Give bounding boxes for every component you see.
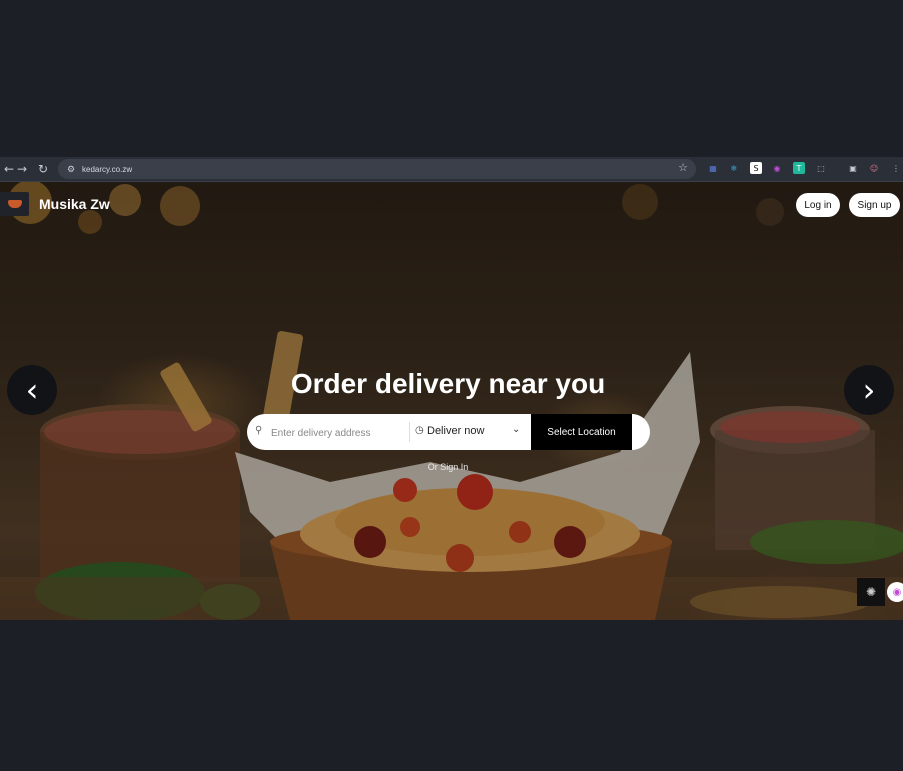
hero-banner: Musika Zw Log in Sign up ‹ › Order deliv…	[0, 182, 903, 620]
page: ← → ↻ ⚙ kedarcy.co.zw ☆ ▦ ❄ S ◉ T ⬚ ▣ ☺ ⋮	[0, 0, 903, 771]
bookmark-star-icon[interactable]: ☆	[678, 161, 688, 174]
hero-title: Order delivery near you	[290, 368, 606, 399]
deliver-time-select[interactable]: Deliver now	[427, 425, 484, 437]
chevron-down-icon[interactable]: ⌄	[512, 424, 520, 435]
corner-brand-icon[interactable]: ✺	[857, 578, 885, 606]
ext-brain-icon[interactable]: ◉	[771, 162, 783, 174]
brand-name[interactable]: Musika Zw	[39, 196, 110, 212]
address-bar[interactable]: ⚙ kedarcy.co.zw ☆	[58, 159, 696, 179]
forward-icon[interactable]: →	[13, 160, 31, 178]
select-location-button[interactable]: Select Location	[531, 414, 632, 450]
menu-kebab-icon[interactable]: ⋮	[890, 162, 902, 174]
location-pin-icon: ⚲	[255, 425, 263, 436]
sign-in-link[interactable]: Or Sign In	[0, 462, 896, 472]
search-divider	[409, 422, 410, 442]
delivery-address-input[interactable]	[269, 422, 403, 444]
corner-extension-icon[interactable]: ◉	[887, 582, 903, 602]
hero-overlay	[0, 182, 903, 620]
ext-s-icon[interactable]: S	[750, 162, 762, 174]
ext-translate-icon[interactable]: T	[793, 162, 805, 174]
logo-bowl-icon	[7, 200, 22, 208]
ext-grid-icon[interactable]: ▦	[707, 162, 719, 174]
site-info-icon[interactable]: ⚙	[63, 161, 79, 177]
clock-icon: ◷	[415, 425, 424, 436]
browser-toolbar: ← → ↻ ⚙ kedarcy.co.zw ☆ ▦ ❄ S ◉ T ⬚ ▣ ☺ ⋮	[0, 157, 903, 182]
ext-puzzle-icon[interactable]: ⬚	[815, 162, 827, 174]
login-button[interactable]: Log in	[796, 193, 840, 217]
profile-avatar-icon[interactable]: ☺	[868, 162, 880, 174]
url-text: kedarcy.co.zw	[82, 164, 133, 174]
delivery-search-bar: ⚲ ◷ Deliver now ⌄ Select Location	[247, 414, 650, 450]
ext-tab-icon[interactable]: ▣	[847, 162, 859, 174]
reload-icon[interactable]: ↻	[34, 160, 52, 178]
signup-button[interactable]: Sign up	[849, 193, 900, 217]
site-logo[interactable]	[0, 192, 29, 216]
ext-globe-icon[interactable]: ❄	[728, 162, 740, 174]
